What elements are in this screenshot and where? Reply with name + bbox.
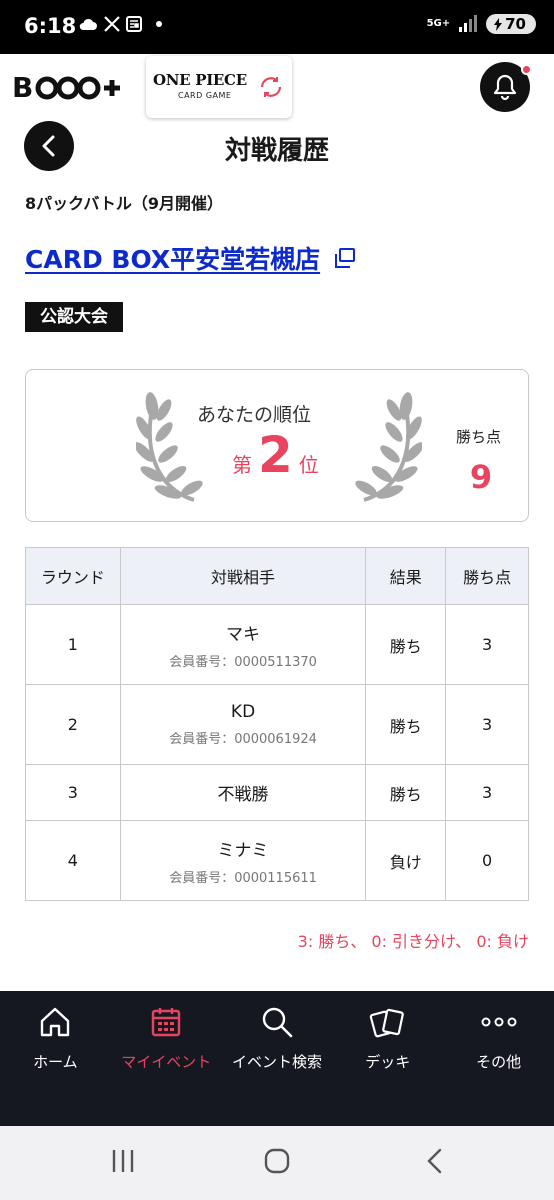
opponent-name: ミナミ <box>217 840 269 861</box>
header-points: 勝ち点 <box>445 547 529 605</box>
page-title: 対戦履歴 <box>224 136 329 166</box>
rank-card: あなたの順位 第 2 位 勝ち点 9 <box>25 369 529 522</box>
status-time: 6:18 <box>24 14 77 38</box>
opponent-name: KD <box>230 702 256 722</box>
rank-number: 2 <box>258 426 293 484</box>
cloud-icon <box>79 18 97 30</box>
round-cell: 2 <box>25 684 121 765</box>
opponent-name: マキ <box>226 624 261 645</box>
opponent-member-number: 会員番号：0000511370 <box>169 654 317 670</box>
points-cell: 3 <box>445 764 529 821</box>
battery-indicator: 70 <box>486 14 536 34</box>
table-row: 4 ミナミ 会員番号：0000115611 負け 0 <box>25 820 529 901</box>
opponent-cell: ミナミ 会員番号：0000115611 <box>119 820 367 901</box>
system-nav-bar <box>0 1126 554 1200</box>
round-cell: 1 <box>25 604 121 685</box>
recent-apps-icon[interactable] <box>108 1146 138 1176</box>
x-logo-icon <box>104 16 120 32</box>
opponent-member-number: 会員番号：0000115611 <box>169 870 317 886</box>
opponent-name: 不戦勝 <box>217 785 269 805</box>
total-points-label: 勝ち点 <box>456 428 502 446</box>
result-cell: 勝ち <box>365 604 447 685</box>
opponent-cell: マキ 会員番号：0000511370 <box>119 604 367 685</box>
one-piece-title: ONE PIECE <box>153 71 247 89</box>
nav-more[interactable]: その他 <box>443 991 554 1126</box>
table-row: 3 不戦勝 勝ち 3 <box>25 764 529 821</box>
bcg-plus-logo[interactable]: B <box>12 68 122 104</box>
battery-level: 70 <box>505 15 526 33</box>
notification-badge <box>521 64 532 75</box>
header-result: 結果 <box>365 547 447 605</box>
result-cell: 負け <box>365 820 447 901</box>
signal-icon <box>459 15 478 32</box>
header-opponent: 対戦相手 <box>119 547 367 605</box>
bottom-nav: ホーム マイイベント イベント検索 デッキ その他 <box>0 991 554 1126</box>
nav-event-search-label: イベント検索 <box>231 1053 322 1071</box>
opponent-cell: KD 会員番号：0000061924 <box>119 684 367 765</box>
points-cell: 0 <box>445 820 529 901</box>
table-row: 1 マキ 会員番号：0000511370 勝ち 3 <box>25 604 529 685</box>
points-cell: 3 <box>445 684 529 765</box>
opponent-member-number: 会員番号：0000061924 <box>169 732 317 747</box>
news-icon <box>126 16 142 32</box>
search-icon <box>262 1007 293 1038</box>
cards-icon <box>369 1008 404 1038</box>
store-link[interactable]: CARD BOX平安堂若槻店 <box>25 240 356 276</box>
sync-swirl-icon <box>260 77 282 97</box>
round-cell: 3 <box>25 764 121 821</box>
nav-my-events[interactable]: マイイベント <box>111 991 222 1126</box>
app-header: B ONE PIECE CARD GAME <box>0 54 554 118</box>
header-round: ラウンド <box>25 547 121 605</box>
svg-text:B: B <box>12 71 33 104</box>
home-nav-icon[interactable] <box>262 1146 292 1176</box>
round-cell: 4 <box>25 820 121 901</box>
store-name[interactable]: CARD BOX平安堂若槻店 <box>25 240 320 276</box>
nav-home-label: ホーム <box>33 1053 78 1071</box>
network-indicator: 5G+ <box>426 18 451 29</box>
table-row: 2 KD 会員番号：0000061924 勝ち 3 <box>25 684 529 765</box>
result-cell: 勝ち <box>365 684 447 765</box>
notifications-button[interactable] <box>480 62 532 112</box>
notification-dot-icon <box>156 21 162 27</box>
official-tournament-badge: 公認大会 <box>25 302 123 332</box>
one-piece-card-game-logo[interactable]: ONE PIECE CARD GAME <box>146 56 292 118</box>
points-legend: 3: 勝ち、 0: 引き分け、 0: 負け <box>297 932 529 951</box>
opponent-cell: 不戦勝 <box>119 764 367 821</box>
home-icon <box>41 1007 70 1037</box>
nav-event-search[interactable]: イベント検索 <box>222 991 333 1126</box>
total-points-value: 9 <box>469 458 493 496</box>
rank-value: 第 2 位 <box>232 426 319 484</box>
bell-icon <box>493 74 517 101</box>
nav-home[interactable]: ホーム <box>0 991 111 1126</box>
card-game-subtitle: CARD GAME <box>178 91 232 100</box>
charging-icon <box>494 17 503 31</box>
table-header-row: ラウンド 対戦相手 結果 勝ち点 <box>25 547 529 605</box>
nav-deck[interactable]: デッキ <box>332 991 443 1126</box>
external-link-icon[interactable] <box>334 247 356 269</box>
result-cell: 勝ち <box>365 764 447 821</box>
nav-more-label: その他 <box>476 1053 522 1071</box>
calendar-icon <box>151 1008 181 1037</box>
rank-suffix: 位 <box>298 453 319 477</box>
status-bar: 6:18 5G+ 70 <box>0 0 554 54</box>
event-name: 8パックバトル（9月開催） <box>25 194 223 213</box>
rank-prefix: 第 <box>232 453 252 477</box>
back-nav-icon[interactable] <box>420 1146 450 1176</box>
match-results-table: ラウンド 対戦相手 結果 勝ち点 1 マキ 会員番号：0000511370 勝ち… <box>25 547 529 901</box>
more-icon <box>481 1017 517 1027</box>
nav-deck-label: デッキ <box>365 1053 411 1071</box>
points-cell: 3 <box>445 604 529 685</box>
nav-my-events-label: マイイベント <box>121 1053 212 1071</box>
rank-label: あなたの順位 <box>196 404 311 426</box>
